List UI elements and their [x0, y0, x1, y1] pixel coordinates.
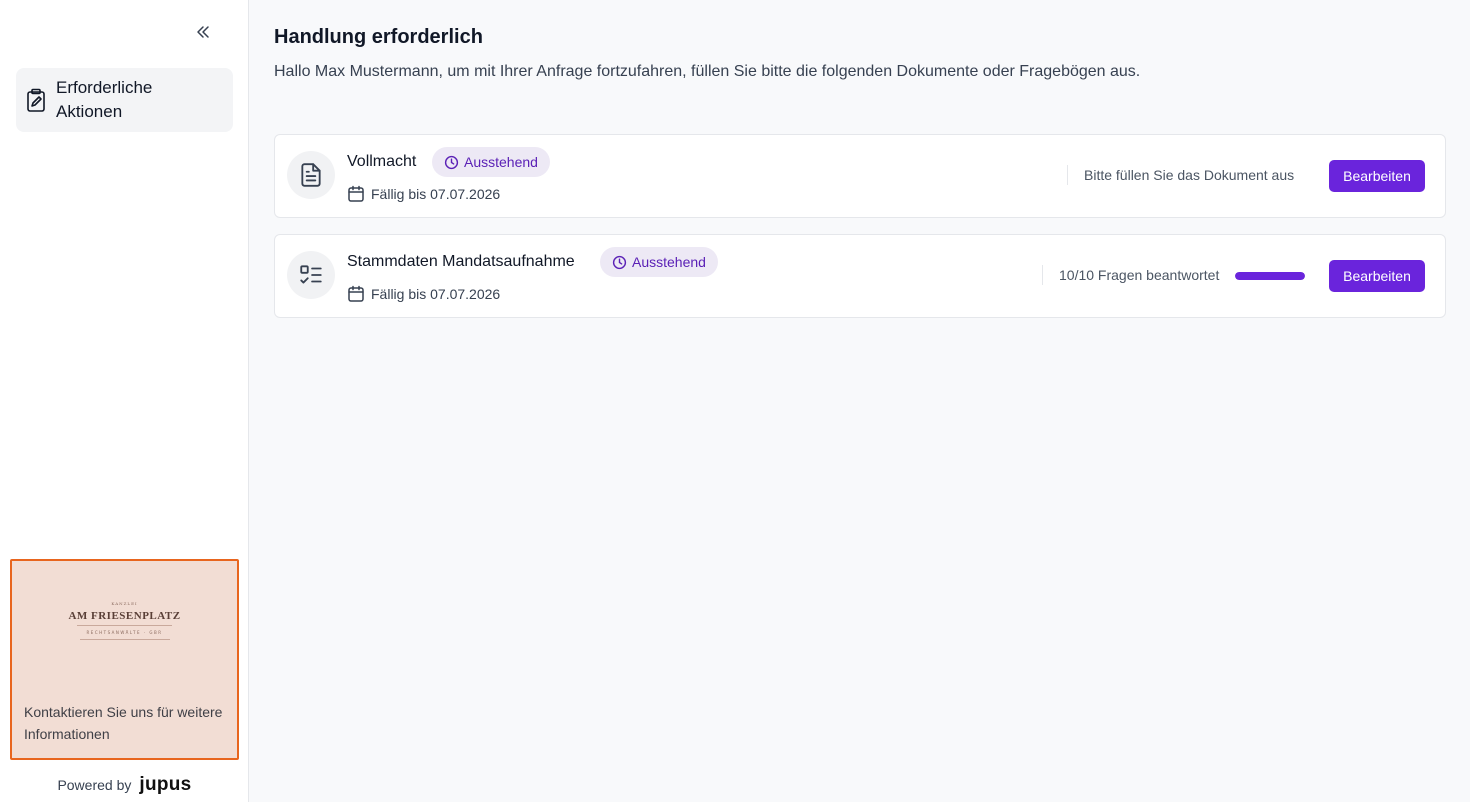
sidebar: Erforderliche Aktionen KANZLEI AM FRIESE…	[0, 0, 249, 802]
progress-bar-fill	[1235, 272, 1305, 280]
due-date-label: Fällig bis 07.07.2026	[371, 186, 501, 202]
brand-logo[interactable]: jupus	[139, 774, 191, 796]
firm-logo-sub: RECHTSANWÄLTE · GBR	[86, 630, 163, 635]
collapse-sidebar-button[interactable]	[192, 21, 214, 43]
calendar-icon	[348, 285, 364, 302]
calendar-icon	[348, 185, 364, 202]
sidebar-item-label: Erforderliche Aktionen	[56, 78, 153, 121]
status-badge-label: Ausstehend	[464, 154, 538, 170]
due-date: Fällig bis 07.07.2026	[347, 185, 500, 203]
clock-icon	[612, 255, 627, 269]
document-icon	[287, 151, 335, 199]
progress-bar	[1235, 272, 1305, 280]
task-card: Vollmacht Ausstehend Fällig bis 07.07.20…	[274, 134, 1446, 218]
task-title: Stammdaten Mandatsaufnahme	[347, 253, 575, 270]
firm-contact-card[interactable]: KANZLEI AM FRIESENPLATZ RECHTSANWÄLTE · …	[10, 559, 239, 760]
page-subtitle: Hallo Max Mustermann, um mit Ihrer Anfra…	[274, 63, 1141, 80]
firm-logo-divider-bottom	[79, 639, 170, 640]
page-title: Handlung erforderlich	[274, 26, 483, 48]
firm-logo-top: KANZLEI	[111, 601, 138, 606]
task-status-text: Bitte füllen Sie das Dokument aus	[1084, 167, 1295, 183]
clock-icon	[444, 155, 459, 169]
firm-logo-divider	[77, 625, 172, 626]
main-content: Handlung erforderlich Hallo Max Musterma…	[250, 0, 1470, 802]
divider	[1042, 265, 1043, 285]
questions-answered-text: 10/10 Fragen beantwortet	[1059, 267, 1220, 283]
checklist-icon	[287, 251, 335, 299]
task-title: Vollmacht	[347, 153, 417, 170]
edit-button[interactable]: Bearbeiten	[1329, 160, 1425, 192]
clipboard-signature-icon	[26, 87, 46, 113]
task-card: Stammdaten Mandatsaufnahme Ausstehend Fä…	[274, 234, 1446, 318]
status-badge: Ausstehend	[432, 147, 550, 177]
powered-by-label: Powered by	[57, 777, 132, 793]
chevrons-left-icon	[197, 26, 209, 38]
firm-contact-text: Kontaktieren Sie uns für weitere Informa…	[24, 704, 223, 742]
status-badge-label: Ausstehend	[632, 254, 706, 270]
divider	[1067, 165, 1068, 185]
firm-logo-name: AM FRIESENPLATZ	[68, 610, 181, 622]
edit-button[interactable]: Bearbeiten	[1329, 260, 1425, 292]
powered-by: Powered by jupus	[0, 774, 249, 796]
due-date-label: Fällig bis 07.07.2026	[371, 286, 501, 302]
due-date: Fällig bis 07.07.2026	[347, 285, 500, 303]
status-badge: Ausstehend	[600, 247, 718, 277]
firm-logo: KANZLEI AM FRIESENPLATZ RECHTSANWÄLTE · …	[12, 601, 237, 640]
sidebar-item-erforderliche-aktionen[interactable]: Erforderliche Aktionen	[16, 68, 233, 132]
